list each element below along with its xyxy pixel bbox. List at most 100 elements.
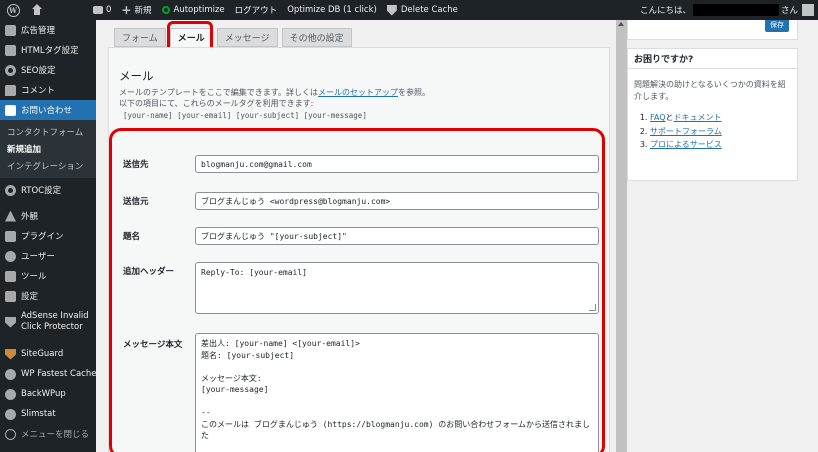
menu-slimstat[interactable]: Slimstat xyxy=(0,404,96,424)
menu-label: Slimstat xyxy=(21,409,56,419)
scroll-up-icon[interactable] xyxy=(618,22,624,26)
menu-label: BackWPup xyxy=(21,389,66,399)
new-content-link[interactable]: + 新規 xyxy=(116,0,156,20)
main-content: フォーム メール メッセージ その他の設定 メール メールのテンプレートをここで… xyxy=(96,18,818,452)
cache-icon xyxy=(5,368,16,380)
menu-tools[interactable]: ツール xyxy=(0,266,96,286)
menu-label: メニューを閉じる xyxy=(21,430,90,440)
menu-seo[interactable]: SEO設定 xyxy=(0,60,96,80)
resize-handle[interactable] xyxy=(589,304,596,311)
subject-input[interactable]: ブログまんじゅう "[your-subject]" xyxy=(195,227,599,245)
home-icon xyxy=(31,4,43,16)
link-joiner: と xyxy=(665,113,674,122)
submenu-add-new[interactable]: 新規追加 xyxy=(0,140,96,157)
gear-icon xyxy=(5,64,16,76)
menu-contact[interactable]: お問い合わせ xyxy=(0,100,96,120)
siteguard-icon xyxy=(5,348,16,360)
to-input[interactable]: blogmanju.com@gmail.com xyxy=(195,155,599,173)
menu-siteguard[interactable]: SiteGuard xyxy=(0,344,96,364)
ads-icon xyxy=(5,24,16,36)
docs-link[interactable]: ドキュメント xyxy=(674,113,722,122)
shield-icon xyxy=(5,316,16,328)
wordpress-logo-icon[interactable]: W xyxy=(0,0,26,20)
comments-count: 0 xyxy=(106,5,112,15)
mail-icon xyxy=(5,104,16,116)
menu-label: お問い合わせ xyxy=(21,106,73,116)
desc-text: メールのテンプレートをここで編集できます。詳しくは xyxy=(119,88,318,97)
new-label: 新規 xyxy=(134,6,152,16)
autoptimize-label: Autoptimize xyxy=(173,5,225,15)
optimize-db-label: Optimize DB (1 click) xyxy=(287,5,377,15)
help-text: 問題解決の助けとなるいくつかの資料を紹介します。 xyxy=(634,80,786,101)
support-forum-link[interactable]: サポートフォーラム xyxy=(650,127,722,136)
collapse-menu-button[interactable]: メニューを閉じる xyxy=(0,424,96,444)
menu-comments[interactable]: コメント xyxy=(0,80,96,100)
settings-icon xyxy=(5,290,16,302)
menu-label: コメント xyxy=(21,86,56,96)
contact-submenu: コンタクトフォーム 新規追加 インテグレーション xyxy=(0,120,96,178)
menu-plugins[interactable]: プラグイン xyxy=(0,226,96,246)
menu-label: ツール xyxy=(21,272,47,282)
menu-label: SiteGuard xyxy=(21,349,64,359)
desc-text: 以下の項目にて、これらのメールタグを利用できます: xyxy=(119,99,314,108)
panel-title: メール xyxy=(119,69,154,83)
menu-label: RTOC設定 xyxy=(21,186,62,196)
site-home-link[interactable] xyxy=(26,0,48,20)
account-link[interactable]: こんにちは、 さん xyxy=(635,0,818,20)
menu-appearance[interactable]: 外観 xyxy=(0,206,96,226)
list-item: サポートフォーラム xyxy=(650,125,797,139)
mail-fields-highlight: 送信先 blogmanju.com@gmail.com 送信元 ブログまんじゅう… xyxy=(109,128,605,452)
menu-adsense-protector[interactable]: AdSense Invalid Click Protector xyxy=(0,306,96,338)
submenu-contact-forms[interactable]: コンタクトフォーム xyxy=(0,123,96,140)
tab-other-settings[interactable]: その他の設定 xyxy=(281,28,352,47)
list-item: FAQとドキュメント xyxy=(650,111,797,125)
mail-setup-link[interactable]: メールのセットアップ xyxy=(318,88,398,97)
page-scrollbar[interactable] xyxy=(616,20,627,452)
headers-value: Reply-To: [your-email] xyxy=(201,268,307,277)
tab-form[interactable]: フォーム xyxy=(114,28,166,47)
help-links: FAQとドキュメント サポートフォーラム プロによるサービス xyxy=(628,103,797,152)
plugin-icon xyxy=(5,230,16,242)
body-textarea[interactable]: 差出人: [your-name] <[your-email]> 題名: [you… xyxy=(195,333,599,452)
menu-label: WP Fastest Cache xyxy=(21,369,97,379)
menu-html-tags[interactable]: HTMLタグ設定 xyxy=(0,40,96,60)
faq-link[interactable]: FAQ xyxy=(650,113,666,122)
admin-sidebar: 広告管理 HTMLタグ設定 SEO設定 コメント お問い合わせ コンタクトフォー… xyxy=(0,20,96,452)
collapse-icon xyxy=(5,428,16,440)
menu-ads[interactable]: 広告管理 xyxy=(0,20,96,40)
greeting: こんにちは、 xyxy=(639,6,691,16)
gear-icon xyxy=(5,44,16,56)
pro-services-link[interactable]: プロによるサービス xyxy=(650,140,722,149)
menu-rtoc[interactable]: RTOC設定 xyxy=(0,180,96,200)
submenu-integration[interactable]: インテグレーション xyxy=(0,157,96,174)
menu-label: HTMLタグ設定 xyxy=(21,46,79,56)
gear-icon xyxy=(5,184,16,196)
from-input[interactable]: ブログまんじゅう <wordpress@blogmanju.com> xyxy=(195,192,599,210)
optimize-db-link[interactable]: Optimize DB (1 click) xyxy=(282,0,382,20)
menu-wp-fastest-cache[interactable]: WP Fastest Cache xyxy=(0,364,96,384)
delete-cache-link[interactable]: Delete Cache xyxy=(382,0,463,20)
logout-link[interactable]: ログアウト xyxy=(230,0,283,20)
headers-label: 追加ヘッダー xyxy=(123,267,175,277)
scroll-thumb[interactable] xyxy=(616,20,627,452)
menu-backwpup[interactable]: BackWPup xyxy=(0,384,96,404)
backup-icon xyxy=(5,388,16,400)
redacted-username xyxy=(692,4,779,16)
plus-icon: + xyxy=(121,3,132,17)
status-dot-icon xyxy=(161,6,170,14)
menu-label: ユーザー xyxy=(21,252,55,262)
admin-bar: W 0 + 新規 Autoptimize ログアウト Optimize DB (… xyxy=(0,0,818,20)
save-box: 保存 xyxy=(627,18,798,40)
help-title: お困りですか? xyxy=(628,49,797,69)
comments-link[interactable]: 0 xyxy=(88,0,116,20)
tab-messages[interactable]: メッセージ xyxy=(216,28,278,47)
avatar xyxy=(802,4,814,16)
cache-icon xyxy=(386,4,397,16)
autoptimize-link[interactable]: Autoptimize xyxy=(157,0,230,20)
menu-label: 広告管理 xyxy=(21,26,56,36)
save-button[interactable]: 保存 xyxy=(765,18,789,32)
menu-settings[interactable]: 設定 xyxy=(0,286,96,306)
headers-textarea[interactable]: Reply-To: [your-email] xyxy=(195,262,599,314)
mail-description: メールのテンプレートをここで編集できます。詳しくはメールのセットアップを参照。 … xyxy=(119,87,599,109)
menu-users[interactable]: ユーザー xyxy=(0,246,96,266)
